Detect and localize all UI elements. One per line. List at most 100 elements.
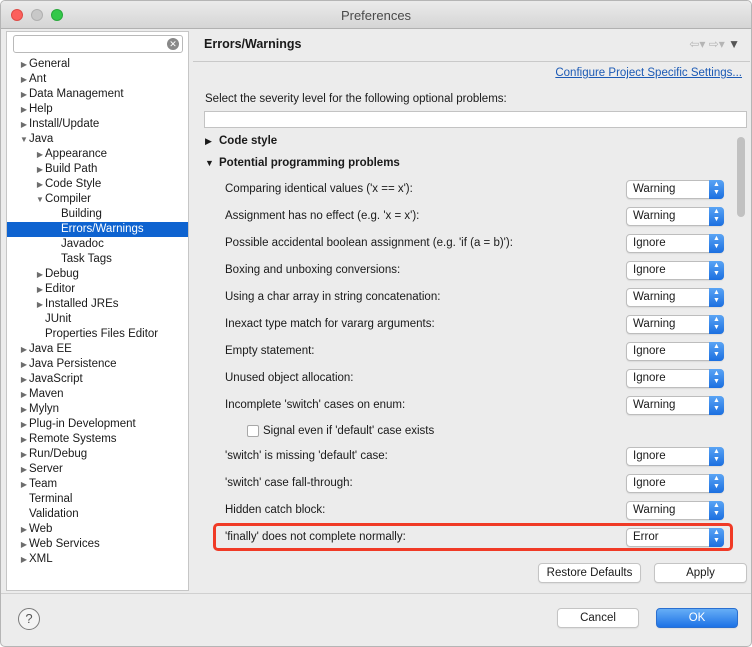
severity-select[interactable]: Warning ▲ ▼ <box>626 207 724 226</box>
tree-item[interactable]: ▶ Build Path <box>7 162 188 177</box>
tree-item[interactable]: ▶ Data Management <box>7 87 188 102</box>
tree-item[interactable]: ▶ Help <box>7 102 188 117</box>
tree-item[interactable]: ▶ Team <box>7 477 188 492</box>
expand-icon[interactable]: ▶ <box>19 87 29 102</box>
severity-value: Ignore <box>633 237 666 249</box>
title-bar[interactable]: Preferences <box>1 1 751 29</box>
expand-icon[interactable]: ▶ <box>19 477 29 492</box>
collapse-icon[interactable]: ▼ <box>19 132 29 147</box>
ok-button[interactable]: OK <box>656 608 738 628</box>
up-down-arrows-icon: ▲ ▼ <box>709 501 724 520</box>
expand-icon[interactable]: ▶ <box>19 357 29 372</box>
clear-icon[interactable]: ✕ <box>167 38 179 50</box>
help-icon[interactable]: ? <box>18 608 40 630</box>
tree-item[interactable]: ▶ Debug <box>7 267 188 282</box>
vertical-scrollbar[interactable] <box>735 133 747 553</box>
expand-icon[interactable]: ▶ <box>19 522 29 537</box>
tree-item-label: General <box>29 58 70 70</box>
tree-item[interactable]: ▶ Appearance <box>7 147 188 162</box>
tree-item[interactable]: ▶ Server <box>7 462 188 477</box>
expand-icon[interactable]: ▶ <box>19 102 29 117</box>
tree-item[interactable]: Validation <box>7 507 188 522</box>
option-row: Comparing identical values ('x == x'): Wa… <box>193 176 733 203</box>
expand-icon[interactable]: ▶ <box>19 537 29 552</box>
view-menu-icon[interactable]: ▼ <box>728 37 740 51</box>
collapse-icon[interactable]: ▼ <box>35 192 45 207</box>
tree-item[interactable]: Terminal <box>7 492 188 507</box>
severity-select[interactable]: Warning ▲ ▼ <box>626 396 724 415</box>
tree-item[interactable]: ▶ Installed JREs <box>7 297 188 312</box>
tree-item[interactable]: Task Tags <box>7 252 188 267</box>
expand-icon[interactable]: ▶ <box>19 117 29 132</box>
severity-select[interactable]: Ignore ▲ ▼ <box>626 447 724 466</box>
section-code-style[interactable]: ▶ Code style <box>205 135 277 147</box>
expand-icon[interactable]: ▶ <box>19 417 29 432</box>
forward-icon[interactable]: ⇨▾ <box>709 37 725 51</box>
tree-item[interactable]: ▶ Java Persistence <box>7 357 188 372</box>
severity-select[interactable]: Ignore ▲ ▼ <box>626 234 724 253</box>
tree-item[interactable]: ▶ Java EE <box>7 342 188 357</box>
severity-select[interactable]: Warning ▲ ▼ <box>626 180 724 199</box>
cancel-button[interactable]: Cancel <box>557 608 639 628</box>
tree-item[interactable]: Properties Files Editor <box>7 327 188 342</box>
tree-item[interactable]: ▶ Code Style <box>7 177 188 192</box>
expand-icon[interactable]: ▶ <box>19 402 29 417</box>
signal-default-checkbox[interactable] <box>247 425 259 437</box>
scroll-thumb[interactable] <box>737 137 745 217</box>
options-filter-input[interactable] <box>204 111 747 128</box>
severity-select[interactable]: Ignore ▲ ▼ <box>626 369 724 388</box>
configure-project-specific-settings-link[interactable]: Configure Project Specific Settings... <box>555 67 742 79</box>
expand-icon[interactable]: ▶ <box>19 432 29 447</box>
expand-icon[interactable]: ▶ <box>35 177 45 192</box>
tree-item-label: Task Tags <box>61 253 112 265</box>
option-label: 'switch' is missing 'default' case: <box>225 450 388 462</box>
tree-item[interactable]: Errors/Warnings <box>7 222 188 237</box>
tree-item[interactable]: ▼Compiler <box>7 192 188 207</box>
expand-icon[interactable]: ▶ <box>35 162 45 177</box>
tree-item[interactable]: ▶ Run/Debug <box>7 447 188 462</box>
severity-select[interactable]: Warning ▲ ▼ <box>626 501 724 520</box>
tree-item[interactable]: ▶ Web Services <box>7 537 188 552</box>
tree-item[interactable]: ▶ Plug-in Development <box>7 417 188 432</box>
back-icon[interactable]: ⇦▾ <box>689 37 705 51</box>
tree-item[interactable]: ▶ XML <box>7 552 188 567</box>
filter-input[interactable]: ✕ <box>13 35 183 53</box>
option-label: Hidden catch block: <box>225 504 326 516</box>
severity-value: Warning <box>633 399 676 411</box>
expand-icon[interactable]: ▶ <box>35 267 45 282</box>
expand-icon[interactable]: ▶ <box>19 447 29 462</box>
tree-item[interactable]: ▶ Mylyn <box>7 402 188 417</box>
apply-button[interactable]: Apply <box>654 563 747 583</box>
tree-item[interactable]: ▼Java <box>7 132 188 147</box>
tree-item[interactable]: ▶ Maven <box>7 387 188 402</box>
section-potential-problems[interactable]: ▼ Potential programming problems <box>205 157 400 169</box>
restore-defaults-button[interactable]: Restore Defaults <box>538 563 641 583</box>
tree-item[interactable]: ▶ Ant <box>7 72 188 87</box>
expand-icon[interactable]: ▶ <box>19 57 29 72</box>
tree-item[interactable]: ▶ Web <box>7 522 188 537</box>
tree-item[interactable]: ▶ Remote Systems <box>7 432 188 447</box>
expand-icon[interactable]: ▶ <box>19 552 29 567</box>
expand-icon[interactable]: ▶ <box>19 372 29 387</box>
expand-icon[interactable]: ▶ <box>35 282 45 297</box>
tree-item[interactable]: ▶ Install/Update <box>7 117 188 132</box>
expand-icon[interactable]: ▶ <box>19 72 29 87</box>
tree-item[interactable]: Building <box>7 207 188 222</box>
expand-icon[interactable]: ▶ <box>35 147 45 162</box>
tree-item[interactable]: ▶ Editor <box>7 282 188 297</box>
tree-item[interactable]: JUnit <box>7 312 188 327</box>
severity-select[interactable]: Ignore ▲ ▼ <box>626 261 724 280</box>
expand-icon[interactable]: ▶ <box>19 462 29 477</box>
signal-default-checkbox-row[interactable]: Signal even if 'default' case exists <box>193 420 733 442</box>
section-label: Potential programming problems <box>219 157 400 169</box>
expand-icon[interactable]: ▶ <box>35 297 45 312</box>
tree-item[interactable]: ▶ General <box>7 57 188 72</box>
expand-icon[interactable]: ▶ <box>19 342 29 357</box>
tree-item[interactable]: ▶ JavaScript <box>7 372 188 387</box>
severity-select[interactable]: Warning ▲ ▼ <box>626 315 724 334</box>
tree-item[interactable]: Javadoc <box>7 237 188 252</box>
severity-select[interactable]: Ignore ▲ ▼ <box>626 474 724 493</box>
expand-icon[interactable]: ▶ <box>19 387 29 402</box>
severity-select[interactable]: Ignore ▲ ▼ <box>626 342 724 361</box>
severity-select[interactable]: Warning ▲ ▼ <box>626 288 724 307</box>
